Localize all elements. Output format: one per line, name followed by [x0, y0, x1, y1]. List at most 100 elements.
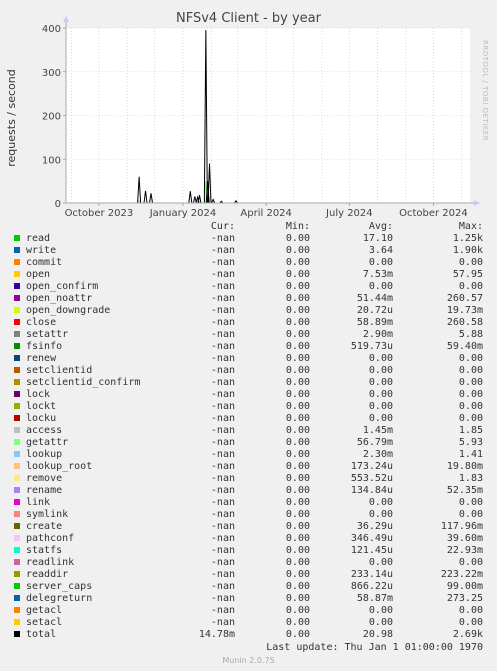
x-tick-labels: October 2023 January 2024 April 2024 July 2…: [65, 208, 468, 219]
legend-min: 0.00: [285, 473, 310, 484]
legend-min: 0.00: [285, 521, 310, 532]
y-tick-labels: 0 100 200 300 400: [42, 24, 61, 210]
legend-swatch: [14, 451, 20, 457]
legend-swatch: [14, 535, 20, 541]
legend-swatch: [14, 379, 20, 385]
legend-row-server_caps: server_caps -nan 0.00 866.22u 99.00m: [0, 581, 497, 593]
legend-avg: 866.22u: [350, 581, 393, 592]
legend-cur: -nan: [210, 569, 235, 580]
legend-row-getacl: getacl -nan 0.00 0.00 0.00: [0, 605, 497, 617]
legend-cur: -nan: [210, 605, 235, 616]
legend-name: read: [26, 233, 51, 244]
legend-min: 0.00: [285, 437, 310, 448]
legend-swatch: [14, 331, 20, 337]
legend-max: 5.93: [458, 437, 483, 448]
legend-row-access: access -nan 0.00 1.45m 1.85: [0, 425, 497, 437]
legend-swatch: [14, 427, 20, 433]
legend-header: Cur: Min: Avg: Max:: [0, 221, 497, 233]
legend-avg: 346.49u: [350, 533, 393, 544]
legend-max: 0.00: [458, 605, 483, 616]
legend-name: open_downgrade: [26, 305, 111, 316]
legend-max: 0.00: [458, 377, 483, 388]
legend-min: 0.00: [285, 461, 310, 472]
legend-name: setclientid: [26, 365, 93, 376]
legend-swatch: [14, 523, 20, 529]
legend-name: readlink: [26, 557, 75, 568]
legend-name: readdir: [26, 569, 69, 580]
legend-row-remove: remove -nan 0.00 553.52u 1.83: [0, 473, 497, 485]
legend-max: 22.93m: [446, 545, 483, 556]
legend-swatch: [14, 463, 20, 469]
legend-avg: 3.64: [368, 245, 393, 256]
legend-avg: 0.00: [368, 401, 393, 412]
legend-swatch: [14, 283, 20, 289]
legend-max: 1.85: [458, 425, 483, 436]
legend-name: write: [26, 245, 57, 256]
legend-name: renew: [26, 353, 57, 364]
legend-cur: -nan: [210, 365, 235, 376]
legend-cur: -nan: [210, 617, 235, 628]
legend-name: setacl: [26, 617, 63, 628]
legend-min: 0.00: [285, 605, 310, 616]
legend-avg: 51.44m: [356, 293, 393, 304]
legend-cur: -nan: [210, 377, 235, 388]
legend-max: 2.69k: [452, 629, 483, 640]
legend-avg: 0.00: [368, 509, 393, 520]
legend-row-locku: locku -nan 0.00 0.00 0.00: [0, 413, 497, 425]
last-update: Last update: Thu Jan 1 01:00:00 1970: [266, 642, 483, 653]
legend-min: 0.00: [285, 401, 310, 412]
legend-name: link: [26, 497, 51, 508]
legend-cur: -nan: [210, 281, 235, 292]
y-tick-label: 200: [42, 112, 61, 123]
legend-name: setclientid_confirm: [26, 377, 141, 388]
legend-max: 0.00: [458, 257, 483, 268]
legend-avg: 519.73u: [350, 341, 393, 352]
legend-max: 0.00: [458, 401, 483, 412]
legend-avg: 0.00: [368, 605, 393, 616]
legend-max: 39.60m: [446, 533, 483, 544]
legend-name: total: [26, 629, 57, 640]
legend-row-read: read -nan 0.00 17.10 1.25k: [0, 233, 497, 245]
legend-name: rename: [26, 485, 63, 496]
legend-cur: -nan: [210, 545, 235, 556]
legend-row-setclientid_confirm: setclientid_confirm -nan 0.00 0.00 0.00: [0, 377, 497, 389]
legend-cur: -nan: [210, 329, 235, 340]
legend-avg: 7.53m: [362, 269, 393, 280]
legend-cur: -nan: [210, 533, 235, 544]
legend-avg: 0.00: [368, 497, 393, 508]
legend-max: 19.80m: [446, 461, 483, 472]
legend-name: getacl: [26, 605, 63, 616]
legend-name: pathconf: [26, 533, 75, 544]
legend-avg: 0.00: [368, 353, 393, 364]
chart-grid: [63, 27, 470, 206]
legend-swatch: [14, 367, 20, 373]
header-avg: Avg:: [368, 221, 393, 232]
legend-max: 0.00: [458, 389, 483, 400]
legend-row-link: link -nan 0.00 0.00 0.00: [0, 497, 497, 509]
legend-name: remove: [26, 473, 63, 484]
legend-min: 0.00: [285, 509, 310, 520]
legend-max: 0.00: [458, 413, 483, 424]
legend-row-open: open -nan 0.00 7.53m 57.95: [0, 269, 497, 281]
legend-avg: 1.45m: [362, 425, 393, 436]
legend-cur: 14.78m: [198, 629, 235, 640]
legend-min: 0.00: [285, 293, 310, 304]
legend-avg: 0.00: [368, 557, 393, 568]
legend-min: 0.00: [285, 545, 310, 556]
legend-min: 0.00: [285, 449, 310, 460]
legend-row-renew: renew -nan 0.00 0.00 0.00: [0, 353, 497, 365]
legend-swatch: [14, 259, 20, 265]
legend-row-lock: lock -nan 0.00 0.00 0.00: [0, 389, 497, 401]
legend-name: statfs: [26, 545, 63, 556]
legend-cur: -nan: [210, 305, 235, 316]
y-tick-label: 300: [42, 68, 61, 79]
legend-avg: 20.98: [362, 629, 393, 640]
legend-avg: 0.00: [368, 377, 393, 388]
legend-swatch: [14, 355, 20, 361]
legend-min: 0.00: [285, 257, 310, 268]
legend-max: 273.25: [446, 593, 483, 604]
legend-avg: 121.45u: [350, 545, 393, 556]
legend-max: 0.00: [458, 617, 483, 628]
legend-row-statfs: statfs -nan 0.00 121.45u 22.93m: [0, 545, 497, 557]
legend-swatch: [14, 235, 20, 241]
